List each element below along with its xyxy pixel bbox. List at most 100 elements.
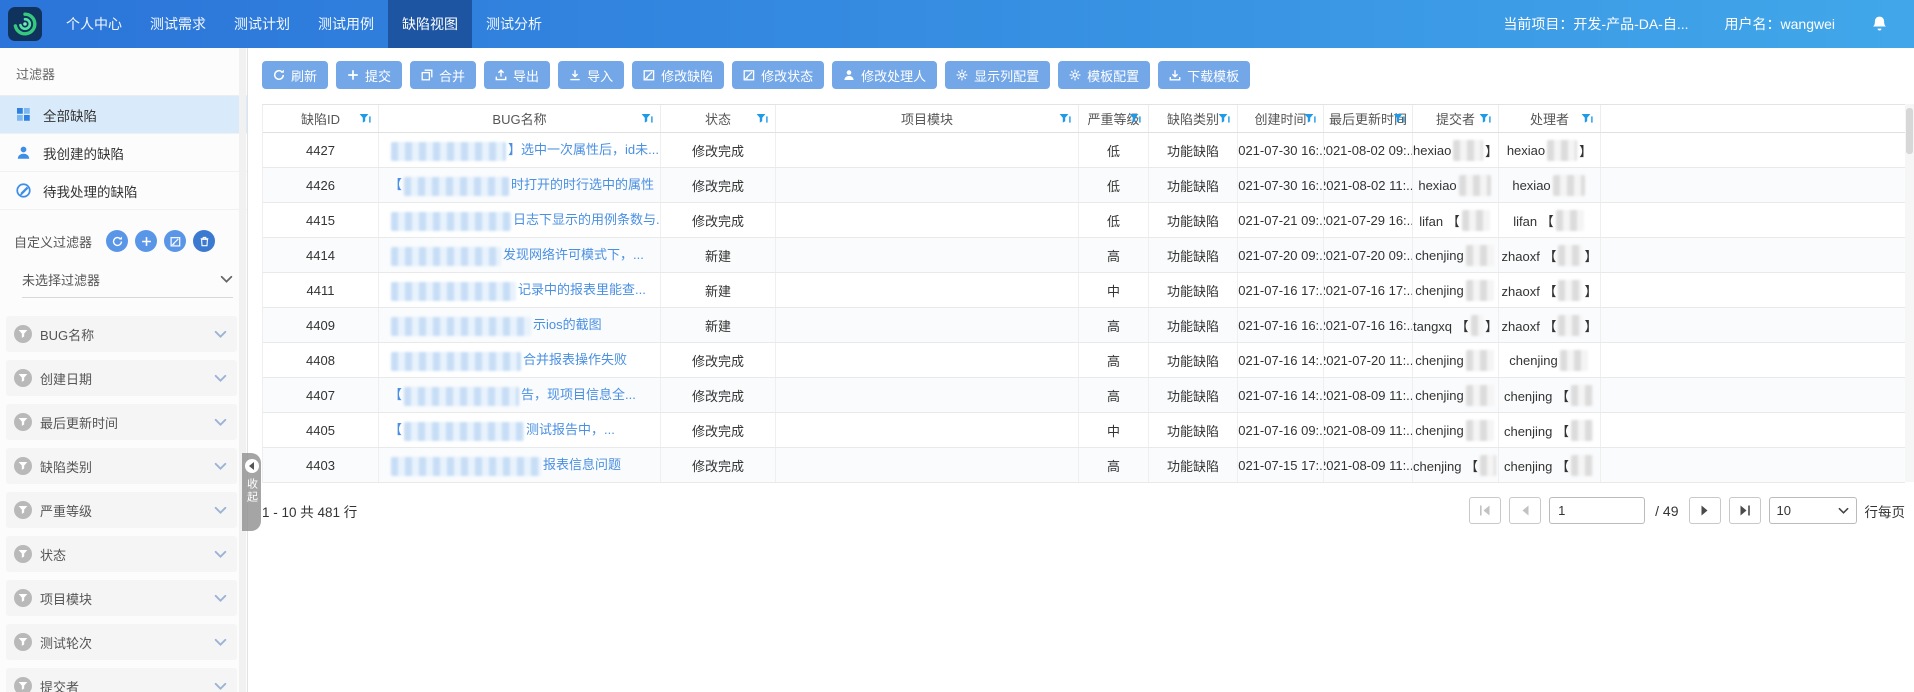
sidebar-view-我创建的缺陷[interactable]: 我创建的缺陷 xyxy=(0,134,247,172)
custom-filter-label: 自定义过滤器 xyxy=(14,232,92,251)
filter-field-提交者[interactable]: 提交者 xyxy=(6,668,237,692)
filter-field-创建日期[interactable]: 创建日期 xyxy=(6,360,237,396)
filter-field-测试轮次[interactable]: 测试轮次 xyxy=(6,624,237,660)
funnel-icon xyxy=(14,325,32,343)
add-filter-button[interactable] xyxy=(135,230,157,252)
cell-text: chenjing 【 xyxy=(1504,386,1569,405)
filter-field-最后更新时间[interactable]: 最后更新时间 xyxy=(6,404,237,440)
bug-name-link[interactable]: 【时打开的时行选中的属性 xyxy=(389,174,654,195)
column-filter-icon[interactable] xyxy=(756,113,768,125)
username-label: 用户名：wangwei xyxy=(1725,14,1835,34)
column-filter-icon[interactable] xyxy=(1059,113,1071,125)
sidebar-view-待我处理的缺陷[interactable]: 待我处理的缺陷 xyxy=(0,172,247,210)
refresh-filter-button[interactable] xyxy=(106,230,128,252)
column-filter-icon[interactable] xyxy=(641,113,653,125)
cell-bug-name: 】选中一次属性后，id未... xyxy=(379,133,661,167)
column-filter-icon[interactable] xyxy=(1479,113,1491,125)
filter-field-缺陷类别[interactable]: 缺陷类别 xyxy=(6,448,237,484)
nav-item-测试分析[interactable]: 测试分析 xyxy=(472,0,556,48)
toolbar-button-导入[interactable]: 导入 xyxy=(558,61,624,89)
nav-item-测试计划[interactable]: 测试计划 xyxy=(220,0,304,48)
cell-updated: 2021-07-29 16:... xyxy=(1324,203,1413,237)
sidebar-view-全部缺陷[interactable]: 全部缺陷 xyxy=(0,96,247,134)
nav-item-缺陷视图[interactable]: 缺陷视图 xyxy=(388,0,472,48)
bug-name-link[interactable]: 】选中一次属性后，id未... xyxy=(389,139,659,160)
cell-created: 2021-07-16 17:... xyxy=(1238,273,1324,307)
table-row[interactable]: 4409示ios的截图新建高功能缺陷2021-07-16 16:...2021-… xyxy=(263,308,1905,343)
bug-name-link[interactable]: 合并报表操作失败 xyxy=(389,349,627,370)
table-row[interactable]: 4414发现网络许可模式下，...新建高功能缺陷2021-07-20 09:..… xyxy=(263,238,1905,273)
toolbar-button-label: 修改状态 xyxy=(761,66,813,85)
table-scrollbar[interactable] xyxy=(1905,104,1914,482)
sidebar-scrollbar[interactable] xyxy=(239,48,246,692)
cell-text: 】 xyxy=(1584,281,1597,300)
edit-filter-button[interactable] xyxy=(164,230,186,252)
refresh-icon xyxy=(112,236,123,247)
bug-name-link[interactable]: 发现网络许可模式下，... xyxy=(389,244,644,265)
table-row[interactable]: 4405【测试报告中，...修改完成中功能缺陷2021-07-16 09:...… xyxy=(263,413,1905,448)
filter-field-严重等级[interactable]: 严重等级 xyxy=(6,492,237,528)
toolbar-button-导出[interactable]: 导出 xyxy=(484,61,550,89)
cell-category: 功能缺陷 xyxy=(1149,203,1238,237)
delete-filter-button[interactable] xyxy=(193,230,215,252)
first-page-button[interactable] xyxy=(1469,497,1501,524)
toolbar-button-label: 合并 xyxy=(439,66,465,85)
filter-field-BUG名称[interactable]: BUG名称 xyxy=(6,316,237,352)
bug-name-link[interactable]: 示ios的截图 xyxy=(389,314,602,335)
toolbar-button-修改缺陷[interactable]: 修改缺陷 xyxy=(632,61,724,89)
toolbar-button-显示列配置[interactable]: 显示列配置 xyxy=(945,61,1050,89)
bug-name-link[interactable]: 【告，现项目信息全... xyxy=(389,384,636,405)
scrollbar-thumb[interactable] xyxy=(1906,108,1913,154)
filter-field-项目模块[interactable]: 项目模块 xyxy=(6,580,237,616)
table-row[interactable]: 4407【告，现项目信息全...修改完成高功能缺陷2021-07-16 14:.… xyxy=(263,378,1905,413)
toolbar-button-刷新[interactable]: 刷新 xyxy=(262,61,328,89)
toolbar-button-提交[interactable]: 提交 xyxy=(336,61,402,89)
table-row[interactable]: 4403报表信息问题修改完成高功能缺陷2021-07-15 17:...2021… xyxy=(263,448,1905,483)
filter-field-状态[interactable]: 状态 xyxy=(6,536,237,572)
column-filter-icon[interactable] xyxy=(1581,113,1593,125)
column-filter-icon[interactable] xyxy=(1218,113,1230,125)
pagination-bar: 1 - 10 共 481 行 / 49 xyxy=(262,497,1905,524)
toolbar-button-修改状态[interactable]: 修改状态 xyxy=(732,61,824,89)
import-icon xyxy=(569,69,581,81)
censored-text xyxy=(1558,315,1582,336)
bug-name-link[interactable]: 日志下显示的用例条数与... xyxy=(389,209,661,230)
last-page-button[interactable] xyxy=(1729,497,1761,524)
bug-name-link[interactable]: 记录中的报表里能查... xyxy=(389,279,646,300)
censored-text xyxy=(391,212,511,231)
custom-filter-select[interactable]: 未选择过滤器 xyxy=(22,262,233,298)
table-row[interactable]: 4408合并报表操作失败修改完成高功能缺陷2021-07-16 14:...20… xyxy=(263,343,1905,378)
column-filter-icon[interactable] xyxy=(1393,113,1405,125)
censored-text xyxy=(1459,175,1491,196)
collapse-arrow-icon xyxy=(245,459,259,473)
cell-text: zhaoxf 【 xyxy=(1502,246,1557,265)
next-page-button[interactable] xyxy=(1689,497,1721,524)
column-filter-icon[interactable] xyxy=(1129,113,1141,125)
table-row[interactable]: 4427】选中一次属性后，id未...修改完成低功能缺陷2021-07-30 1… xyxy=(263,133,1905,168)
table-row[interactable]: 4426【时打开的时行选中的属性修改完成低功能缺陷2021-07-30 16:.… xyxy=(263,168,1905,203)
page-number-input[interactable] xyxy=(1549,497,1645,524)
table-row[interactable]: 4411记录中的报表里能查...新建中功能缺陷2021-07-16 17:...… xyxy=(263,273,1905,308)
toolbar-button-合并[interactable]: 合并 xyxy=(410,61,476,89)
column-filter-icon[interactable] xyxy=(1304,113,1316,125)
bug-name-link[interactable]: 报表信息问题 xyxy=(389,454,621,475)
toolbar-button-修改处理人[interactable]: 修改处理人 xyxy=(832,61,937,89)
nav-item-测试需求[interactable]: 测试需求 xyxy=(136,0,220,48)
toolbar-button-模板配置[interactable]: 模板配置 xyxy=(1058,61,1150,89)
toolbar-button-下载模板[interactable]: 下载模板 xyxy=(1158,61,1250,89)
table-row[interactable]: 4415日志下显示的用例条数与...修改完成低功能缺陷2021-07-21 09… xyxy=(263,203,1905,238)
column-filter-icon[interactable] xyxy=(359,113,371,125)
nav-item-测试用例[interactable]: 测试用例 xyxy=(304,0,388,48)
cell-created: 2021-07-20 09:... xyxy=(1238,238,1324,272)
censored-text xyxy=(1480,455,1496,476)
page-size-select[interactable]: 10 xyxy=(1769,497,1857,524)
nav-item-个人中心[interactable]: 个人中心 xyxy=(52,0,136,48)
prev-page-button[interactable] xyxy=(1509,497,1541,524)
cell-text: chenjing xyxy=(1415,248,1463,263)
sidebar-collapse-handle[interactable]: 收起 xyxy=(242,453,261,531)
column-header-BUG名称: BUG名称 xyxy=(379,105,661,132)
cell-severity: 低 xyxy=(1079,133,1149,167)
notification-bell-icon[interactable] xyxy=(1871,15,1888,33)
bug-name-link[interactable]: 【测试报告中，... xyxy=(389,419,615,440)
download-icon xyxy=(1169,69,1181,81)
